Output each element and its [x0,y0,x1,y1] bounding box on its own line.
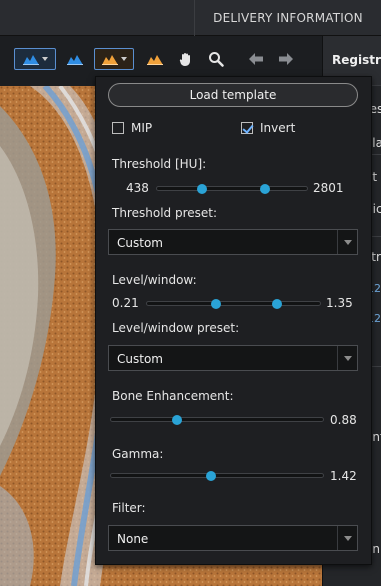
chevron-down-icon[interactable] [337,346,357,370]
bone-enhancement-handle[interactable] [171,415,182,425]
pan-hand-button[interactable] [174,48,198,70]
mip-checkbox[interactable]: MIP [112,121,152,135]
gamma-slider[interactable] [110,471,324,481]
orange-mountain-icon [101,55,118,65]
level-window-preset-value: Custom [117,352,163,366]
zoom-button[interactable] [204,48,228,70]
redo-button[interactable] [274,48,298,70]
blue-mountain-icon [22,55,39,65]
filter-label: Filter: [112,501,146,515]
gamma-value: 1.42 [330,469,357,483]
chevron-down-icon [120,57,127,61]
blue-mountain-icon [67,55,83,65]
arrow-left-icon [249,53,263,65]
blue-mountain-dropdown-button[interactable] [14,48,56,70]
undo-button[interactable] [244,48,268,70]
mip-label: MIP [131,121,153,135]
registration-heading: Registra [332,53,381,67]
delivery-information-tab[interactable]: DELIVERY INFORMATION [194,0,381,36]
threshold-high-handle[interactable] [260,184,270,194]
invert-checkbox-box[interactable] [241,122,253,134]
invert-checkbox[interactable]: Invert [241,121,295,135]
level-window-slider[interactable] [146,299,321,309]
magnifier-icon [209,52,224,67]
level-window-label: Level/window: [112,273,197,287]
level-window-max-value: 1.35 [326,296,353,310]
arrow-right-icon [279,53,293,65]
mip-checkbox-box[interactable] [112,122,124,134]
bone-enhancement-label: Bone Enhancement: [112,389,234,403]
level-window-preset-label: Level/window preset: [112,321,240,335]
invert-label: Invert [260,121,296,135]
threshold-slider[interactable] [156,184,308,194]
chevron-down-icon[interactable] [337,230,357,254]
threshold-min-value: 438 [126,181,149,195]
level-window-min-value: 0.21 [112,296,139,310]
orange-mountain-icon [147,55,163,65]
level-window-preset-select[interactable]: Custom [108,345,358,371]
orange-mountain-button[interactable] [142,48,168,70]
threshold-max-value: 2801 [313,181,344,195]
load-template-button[interactable]: Load template [108,83,358,107]
top-header: DELIVERY INFORMATION [0,0,381,36]
filter-value: None [117,532,149,546]
bone-enhancement-value: 0.88 [330,413,357,427]
threshold-preset-value: Custom [117,236,163,250]
gamma-label: Gamma: [112,447,164,461]
bone-enhancement-slider[interactable] [110,415,324,425]
orange-mountain-dropdown-button[interactable] [94,48,134,70]
threshold-low-handle[interactable] [197,184,207,194]
threshold-label: Threshold [HU]: [112,157,207,171]
threshold-preset-label: Threshold preset: [112,206,218,220]
image-settings-popup: Load template MIP Invert Threshold [HU]:… [95,76,372,565]
gamma-handle[interactable] [205,471,216,481]
threshold-preset-select[interactable]: Custom [108,229,358,255]
level-window-low-handle[interactable] [211,299,222,309]
blue-mountain-button[interactable] [62,48,88,70]
filter-select[interactable]: None [108,525,358,551]
hand-icon [179,53,190,66]
chevron-down-icon [41,57,48,61]
level-window-high-handle[interactable] [271,299,282,309]
chevron-down-icon[interactable] [337,526,357,550]
